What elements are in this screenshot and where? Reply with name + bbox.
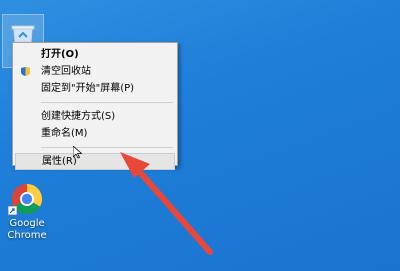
annotation-arrow xyxy=(120,152,213,255)
